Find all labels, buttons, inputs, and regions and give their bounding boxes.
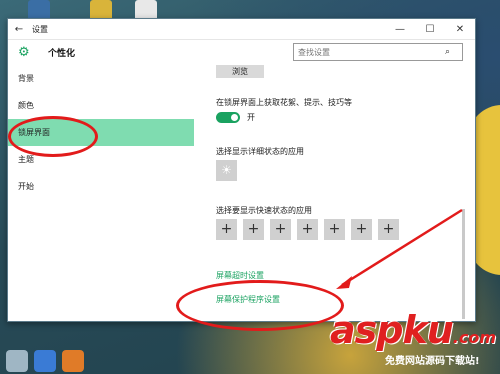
sidebar: 背景 颜色 锁屏界面 主题 开始 bbox=[8, 65, 194, 321]
watermark-subtitle: 免费网站源码下载站! bbox=[385, 356, 480, 367]
quick-status-label: 选择要显示快速状态的应用 bbox=[216, 206, 312, 215]
add-quick-app-button[interactable]: + bbox=[216, 219, 237, 240]
search-input[interactable] bbox=[294, 46, 445, 58]
sidebar-item-colors[interactable]: 颜色 bbox=[8, 92, 194, 119]
settings-window: ← 设置 — ☐ ✕ ⚙ 个性化 ⌕ 背景 颜色 锁屏界面 主题 开始 浏览 在… bbox=[7, 18, 476, 322]
browse-button[interactable]: 浏览 bbox=[216, 65, 264, 78]
annotation-circle bbox=[176, 280, 344, 331]
watermark-brand: aspku bbox=[330, 308, 454, 352]
taskbar-icons bbox=[0, 350, 140, 374]
window-title: 设置 bbox=[32, 24, 48, 34]
sidebar-item-background[interactable]: 背景 bbox=[8, 65, 194, 92]
title-bar: ← 设置 — ☐ ✕ bbox=[8, 19, 475, 40]
search-icon[interactable]: ⌕ bbox=[445, 47, 450, 57]
search-box[interactable]: ⌕ bbox=[293, 43, 463, 61]
add-quick-app-button[interactable]: + bbox=[324, 219, 345, 240]
close-button[interactable]: ✕ bbox=[445, 24, 475, 35]
add-quick-app-button[interactable]: + bbox=[351, 219, 372, 240]
annotation-circle bbox=[8, 116, 98, 157]
add-quick-app-button[interactable]: + bbox=[270, 219, 291, 240]
scrollbar[interactable] bbox=[462, 209, 465, 319]
watermark: aspku.com 免费网站源码下载站! bbox=[330, 308, 497, 367]
add-quick-app-button[interactable]: + bbox=[243, 219, 264, 240]
toggle-knob bbox=[231, 114, 238, 121]
sun-icon[interactable]: ☀ bbox=[216, 160, 237, 181]
gear-icon: ⚙ bbox=[18, 45, 30, 60]
minimize-button[interactable]: — bbox=[385, 24, 415, 35]
sidebar-item-start[interactable]: 开始 bbox=[8, 173, 194, 200]
toggle-state-label: 开 bbox=[247, 113, 255, 122]
page-title: 个性化 bbox=[48, 49, 76, 59]
quick-status-apps: + + + + + + + bbox=[216, 219, 405, 240]
add-quick-app-button[interactable]: + bbox=[378, 219, 399, 240]
taskbar-app-icon[interactable] bbox=[62, 350, 84, 372]
maximize-button[interactable]: ☐ bbox=[415, 24, 445, 35]
tips-label: 在锁屏界面上获取花絮、提示、技巧等 bbox=[216, 98, 352, 107]
detailed-status-label: 选择显示详细状态的应用 bbox=[216, 147, 304, 156]
page-header: ⚙ 个性化 ⌕ bbox=[8, 40, 475, 65]
add-quick-app-button[interactable]: + bbox=[297, 219, 318, 240]
taskbar-app-icon[interactable] bbox=[6, 350, 28, 372]
back-arrow-icon[interactable]: ← bbox=[8, 24, 30, 35]
taskbar-app-icon[interactable] bbox=[34, 350, 56, 372]
watermark-tld: .com bbox=[452, 328, 497, 347]
tips-toggle[interactable] bbox=[216, 112, 240, 123]
